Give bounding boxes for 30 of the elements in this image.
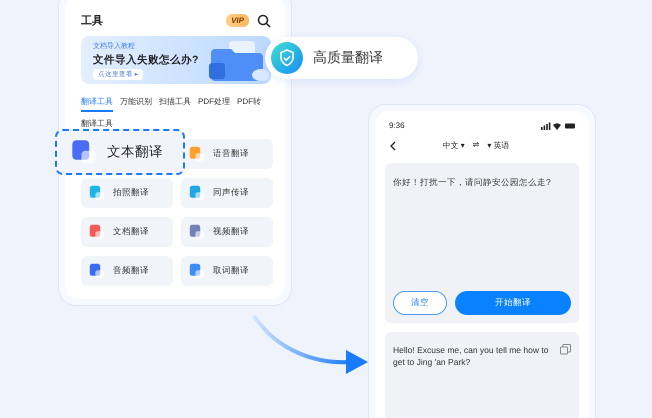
source-language[interactable]: 中文 ▾ <box>442 140 465 151</box>
category-tab[interactable]: PDF处理 <box>198 96 230 112</box>
section-label: 翻译工具 <box>81 118 114 129</box>
tool-tile[interactable]: 取词翻译 <box>181 256 273 286</box>
category-tab[interactable]: 万能识别 <box>120 96 152 112</box>
category-tab[interactable]: PDF转 <box>237 96 261 112</box>
copy-icon[interactable] <box>560 344 571 355</box>
tool-tile[interactable]: 文档翻译 <box>81 217 173 247</box>
tool-tile[interactable]: 音频翻译 <box>81 256 173 286</box>
tool-tile[interactable]: 同声传译 <box>181 178 273 208</box>
clear-button[interactable]: 清空 <box>393 291 447 315</box>
input-field[interactable]: 你好！打扰一下，请问静安公园怎么走? 清空 开始翻译 <box>385 163 579 323</box>
tool-tile[interactable]: 拍照翻译 <box>81 178 173 208</box>
category-tab[interactable]: 翻译工具 <box>81 96 113 112</box>
status-time: 9:36 <box>389 121 405 130</box>
target-language[interactable]: ▾ 英语 <box>487 140 510 151</box>
tool-tile[interactable]: 视频翻译 <box>181 217 273 247</box>
vip-badge[interactable]: VIP <box>226 14 249 27</box>
swap-language[interactable]: ⇌ <box>472 140 480 151</box>
shield-check-icon <box>271 42 303 74</box>
screen-title: 工具 <box>81 14 104 28</box>
translate-button[interactable]: 开始翻译 <box>455 291 571 315</box>
result-text: Hello! Excuse me, can you tell me how to get to Jing 'an Park? <box>393 344 550 369</box>
banner-headline: 文件导入失败怎么办? <box>93 52 200 66</box>
tool-tile[interactable]: 文本翻译 <box>55 129 185 175</box>
back-icon[interactable] <box>389 140 397 150</box>
feature-badge: 高质量翻译 <box>265 37 418 79</box>
status-icons <box>541 122 575 130</box>
search-icon[interactable] <box>257 14 271 28</box>
category-tab[interactable]: 扫描工具 <box>159 96 191 112</box>
